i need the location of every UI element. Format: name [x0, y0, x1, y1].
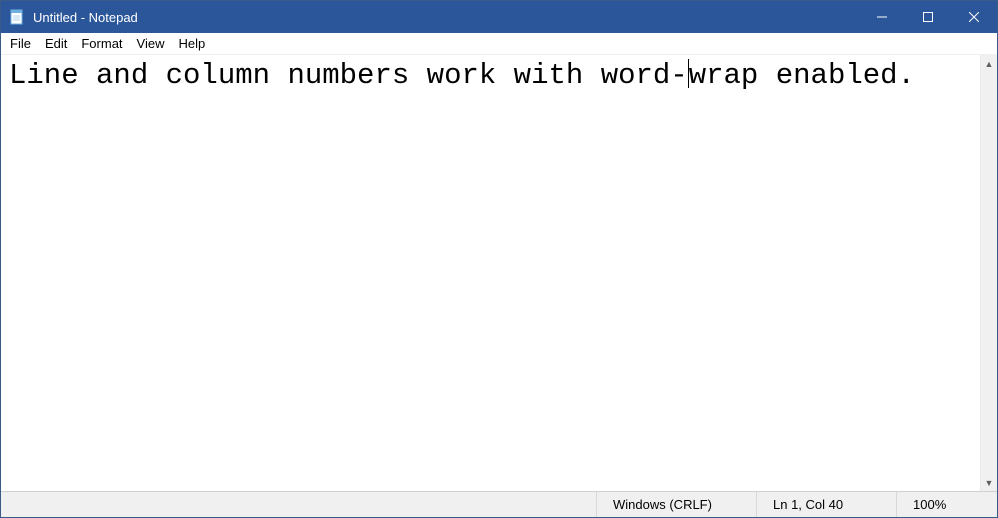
- notepad-window: Untitled - Notepad File Edit Format View…: [0, 0, 998, 518]
- text-before-caret: Line and column numbers work with word-: [9, 59, 688, 92]
- menu-format[interactable]: Format: [74, 34, 129, 53]
- text-after-caret: wrap enabled.: [689, 59, 915, 92]
- status-cursor-position: Ln 1, Col 40: [757, 492, 897, 517]
- scroll-track[interactable]: [981, 72, 997, 474]
- menu-view[interactable]: View: [130, 34, 172, 53]
- text-area[interactable]: Line and column numbers work with word-w…: [1, 55, 980, 491]
- close-button[interactable]: [951, 1, 997, 33]
- window-title: Untitled - Notepad: [33, 10, 138, 25]
- status-line-ending: Windows (CRLF): [597, 492, 757, 517]
- status-cursor-position-label: Ln 1, Col 40: [773, 497, 843, 512]
- text-caret: [688, 59, 689, 88]
- status-zoom-label: 100%: [913, 497, 946, 512]
- menubar: File Edit Format View Help: [1, 33, 997, 55]
- notepad-icon: [9, 9, 25, 25]
- editor-area: Line and column numbers work with word-w…: [1, 55, 997, 491]
- scroll-down-arrow-icon[interactable]: ▼: [981, 474, 997, 491]
- status-line-ending-label: Windows (CRLF): [613, 497, 712, 512]
- status-zoom: 100%: [897, 492, 997, 517]
- vertical-scrollbar[interactable]: ▲ ▼: [980, 55, 997, 491]
- menu-edit[interactable]: Edit: [38, 34, 74, 53]
- scroll-up-arrow-icon[interactable]: ▲: [981, 55, 997, 72]
- statusbar: Windows (CRLF) Ln 1, Col 40 100%: [1, 491, 997, 517]
- menu-help[interactable]: Help: [171, 34, 212, 53]
- minimize-button[interactable]: [859, 1, 905, 33]
- status-spacer: [1, 492, 597, 517]
- titlebar[interactable]: Untitled - Notepad: [1, 1, 997, 33]
- menu-file[interactable]: File: [3, 34, 38, 53]
- maximize-button[interactable]: [905, 1, 951, 33]
